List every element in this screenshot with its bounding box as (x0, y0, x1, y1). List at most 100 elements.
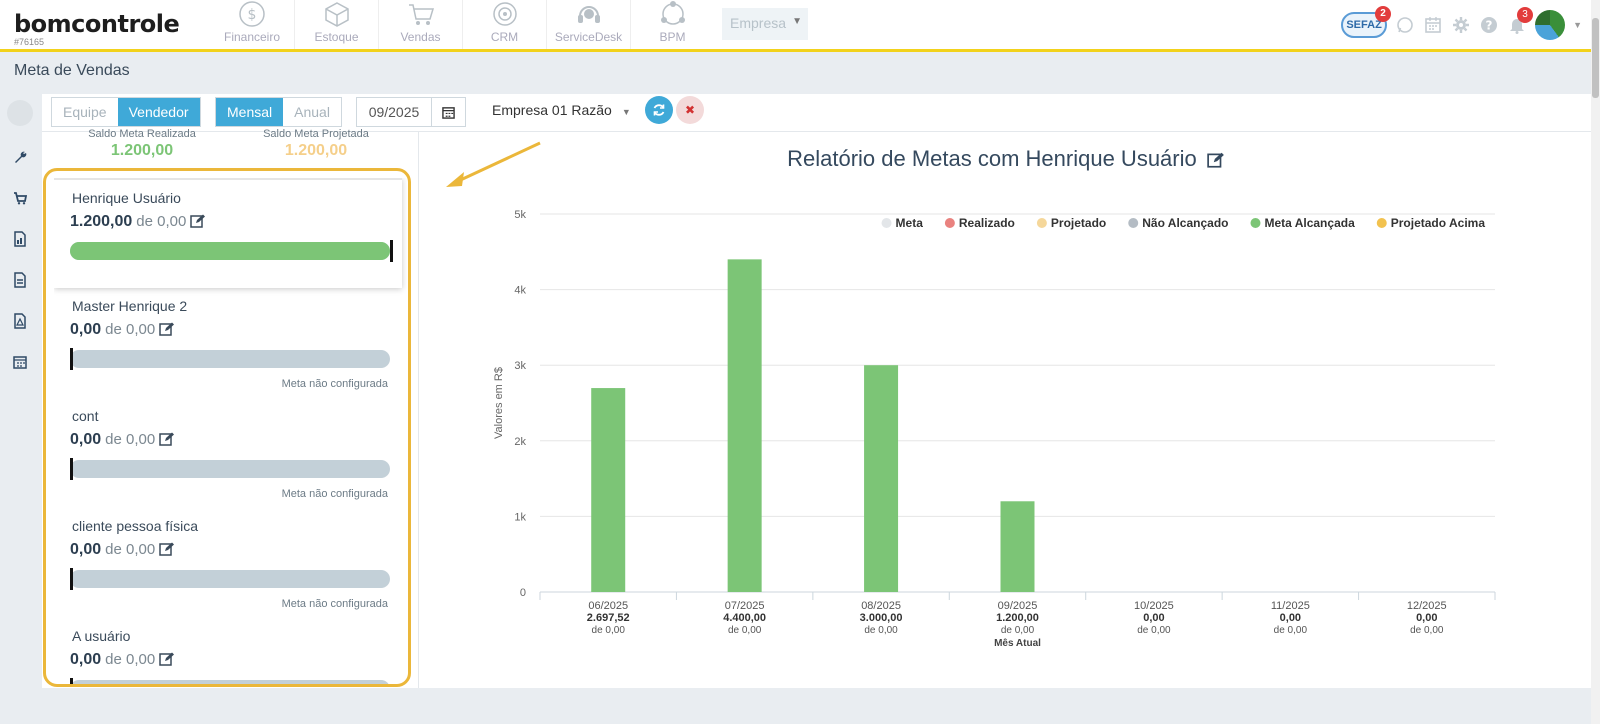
scrollbar-thumb[interactable] (1592, 18, 1599, 98)
user-realizado: 0,00 (70, 651, 102, 668)
y-tick-label: 2k (514, 436, 526, 448)
user-note: Meta não configurada (281, 598, 388, 610)
x-tick-label: 09/2025 (998, 600, 1038, 612)
caret-down-icon[interactable]: ▼ (1573, 20, 1582, 30)
user-meta: de 0,00 (105, 321, 156, 338)
empresa-dropdown-value: Empresa 01 Razão (492, 102, 612, 118)
bell-icon[interactable]: 3 (1507, 7, 1534, 35)
scope-option-vendedor[interactable]: Vendedor (117, 98, 200, 126)
edit-icon[interactable] (159, 432, 175, 450)
edit-icon[interactable] (159, 652, 175, 670)
document-pdf-icon[interactable] (0, 300, 40, 341)
x-meta-label: de 0,00 (728, 625, 762, 636)
clear-filter-button[interactable]: ✖ (676, 96, 704, 124)
calendar-icon[interactable] (1423, 15, 1443, 35)
x-tick-label: 10/2025 (1134, 600, 1174, 612)
module-crm[interactable]: CRM (462, 0, 546, 49)
module-financeiro[interactable]: $ Financeiro (210, 0, 294, 49)
x-tick-label: 07/2025 (725, 600, 765, 612)
saldo-projetada-label: Saldo Meta Projetada (263, 128, 369, 140)
module-vendas[interactable]: Vendas (378, 0, 462, 49)
user-realizado: 0,00 (70, 321, 102, 338)
scope-option-equipe[interactable]: Equipe (52, 98, 118, 126)
document-chart-icon[interactable] (0, 218, 40, 259)
saldo-projetada: Saldo Meta Projetada 1.200,00 (221, 128, 411, 160)
refresh-circle-icon[interactable] (7, 100, 33, 126)
module-bpm[interactable]: BPM (630, 0, 714, 49)
saldo-realizada: Saldo Meta Realizada 1.200,00 (47, 128, 237, 160)
close-icon: ✖ (684, 103, 696, 117)
x-tick-label: 12/2025 (1407, 600, 1447, 612)
x-tick-label: 11/2025 (1271, 600, 1310, 612)
user-card[interactable]: A usuário 0,00 de 0,00 (54, 618, 408, 684)
edit-icon[interactable] (159, 542, 175, 560)
edit-icon[interactable] (1207, 148, 1225, 174)
progress-bar (70, 348, 390, 370)
cart-icon[interactable] (0, 177, 40, 218)
y-tick-label: 4k (514, 285, 526, 297)
x-value-label: 2.697,52 (587, 612, 630, 624)
edit-icon[interactable] (190, 214, 206, 232)
current-month-label: Mês Atual (994, 638, 1041, 649)
y-tick-label: 0 (520, 587, 526, 599)
whatsapp-icon[interactable] (1395, 15, 1415, 35)
chart-bar (864, 365, 899, 592)
help-icon[interactable]: ? (1479, 15, 1499, 35)
legend-item: Não Alcançado (1142, 216, 1228, 230)
legend-swatch (944, 218, 955, 228)
avatar[interactable] (1535, 10, 1566, 40)
progress-marker (70, 678, 73, 684)
app-logo[interactable]: bomcontrole (14, 10, 180, 38)
calendar-icon[interactable] (432, 98, 465, 126)
empresa-dropdown[interactable]: Empresa 01 Razão ▼ (492, 102, 631, 118)
legend-swatch (1036, 218, 1047, 228)
user-card[interactable]: Henrique Usuário 1.200,00 de 0,00 (54, 178, 402, 288)
user-card[interactable]: Master Henrique 2 0,00 de 0,00 Meta não c… (54, 288, 408, 398)
legend-swatch (1376, 218, 1387, 228)
user-name: Henrique Usuário (72, 190, 181, 206)
x-meta-label: de 0,00 (1001, 625, 1035, 636)
headset-icon (577, 6, 600, 23)
module-estoque[interactable]: Estoque (294, 0, 378, 49)
date-field[interactable]: 09/2025 (357, 98, 432, 126)
user-note: Meta não configurada (281, 378, 388, 390)
main-panel: Equipe Vendedor Mensal Anual 09/2025 Emp… (42, 94, 1592, 688)
page-scrollbar[interactable] (1591, 0, 1600, 724)
progress-fill (70, 242, 390, 260)
x-value-label: 0,00 (1416, 612, 1437, 624)
user-realizado: 0,00 (70, 431, 102, 448)
refresh-icon (653, 104, 665, 116)
user-realizado: 0,00 (70, 541, 102, 558)
legend-item: Projetado (1051, 216, 1106, 230)
x-meta-label: de 0,00 (1410, 625, 1444, 636)
module-servicedesk[interactable]: ServiceDesk (546, 0, 630, 49)
user-note: Meta não configurada (281, 488, 388, 500)
edit-icon[interactable] (159, 322, 175, 340)
calendar-icon[interactable] (0, 341, 40, 382)
wrench-icon[interactable] (0, 136, 40, 177)
progress-bar (70, 240, 393, 262)
user-card[interactable]: cont 0,00 de 0,00 Meta não configurada (54, 398, 408, 508)
period-option-anual[interactable]: Anual (283, 98, 341, 126)
box-icon (324, 2, 349, 27)
legend-item: Projetado Acima (1391, 216, 1486, 230)
x-value-label: 3.000,00 (860, 612, 903, 624)
page-title: Meta de Vendas (14, 62, 130, 79)
x-value-label: 0,00 (1280, 612, 1301, 624)
date-picker[interactable]: 09/2025 (356, 97, 466, 127)
period-toggle: Mensal Anual (215, 97, 342, 127)
user-name: Master Henrique 2 (72, 298, 188, 314)
user-card[interactable]: cliente pessoa física 0,00 de 0,00 Meta n… (54, 508, 408, 618)
progress-bar (70, 678, 390, 684)
gear-icon[interactable] (1451, 15, 1471, 35)
refresh-button[interactable] (645, 96, 673, 124)
empresa-select[interactable]: Empresa ▼ (722, 8, 808, 40)
period-option-mensal[interactable]: Mensal (216, 98, 284, 126)
dollar-circle-icon: $ (239, 1, 265, 27)
document-report-icon[interactable] (0, 259, 40, 300)
sefaz-button[interactable]: SEFAZ 2 (1341, 6, 1392, 38)
goals-chart: 01k2k3k4k5kValores em R$06/20252.697,52d… (493, 209, 1496, 649)
user-meta: de 0,00 (136, 213, 187, 230)
user-name: cliente pessoa física (72, 518, 199, 534)
module-label: Financeiro (223, 30, 281, 44)
